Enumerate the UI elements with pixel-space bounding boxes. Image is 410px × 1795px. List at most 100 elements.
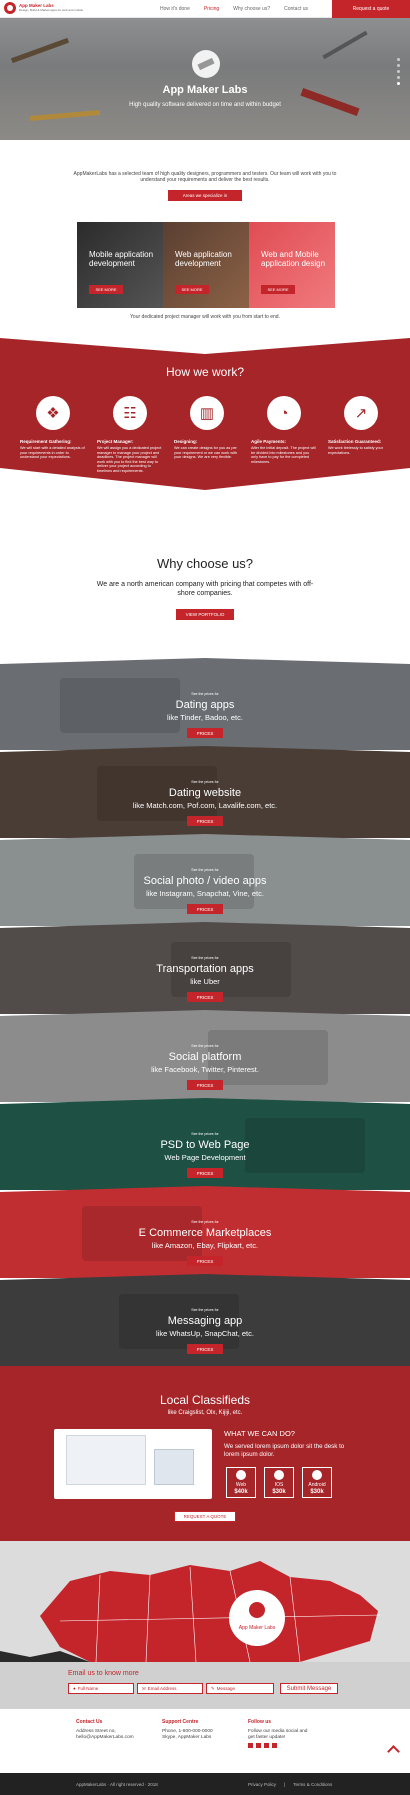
mail-icon: ✉ xyxy=(142,1685,146,1691)
slider-dot-active[interactable] xyxy=(397,82,400,85)
slider-dots xyxy=(397,58,400,85)
canada-map xyxy=(0,1561,381,1662)
app-category-band: See the prices for PSD to Web Page Web Pag… xyxy=(0,1098,410,1190)
brand-tagline: Design, Build & Market apps for web and … xyxy=(19,8,84,12)
google-plus-icon[interactable] xyxy=(256,1743,261,1748)
app-category-band: See the prices for Social platform like Fa… xyxy=(0,1010,410,1102)
app-category-band: See the prices for E Commerce Marketplace… xyxy=(0,1186,410,1278)
band-subtitle: Web Page Development xyxy=(164,1153,246,1162)
how-step-title: Agile Payments: xyxy=(251,439,287,444)
app-category-band: See the prices for Messaging app like What… xyxy=(0,1274,410,1366)
prices-button[interactable]: PRICES xyxy=(187,1344,223,1354)
band-title: E Commerce Marketplaces xyxy=(138,1227,272,1239)
how-step-text: We work tirelessly to satisfy your expec… xyxy=(328,446,383,455)
band-pretitle: See the prices for xyxy=(191,1132,219,1136)
logo-icon xyxy=(4,2,16,14)
price-web: Web $40k xyxy=(226,1467,256,1498)
service-card-mobile[interactable]: Mobile application development SEE MORE xyxy=(77,222,163,308)
scroll-top-icon[interactable] xyxy=(386,1743,400,1757)
email-field[interactable]: ✉ Email Address xyxy=(137,1683,203,1694)
areas-button[interactable]: Areas we specialize in xyxy=(168,190,242,201)
privacy-link[interactable]: Privacy Policy xyxy=(248,1782,276,1787)
hero-logo-icon xyxy=(192,50,220,78)
android-icon xyxy=(312,1470,322,1480)
band-subtitle: like Instagram, Snapchat, Vine, etc. xyxy=(146,889,264,898)
team-icon: ❖ xyxy=(36,396,70,430)
prices-button[interactable]: PRICES xyxy=(187,904,223,914)
brand-logo[interactable]: App Maker Labs Design, Build & Market ap… xyxy=(4,2,83,14)
how-step-title: Requirement Gathering: xyxy=(20,439,72,444)
terms-link[interactable]: Terms & Conditions xyxy=(293,1782,332,1787)
hero-decoration xyxy=(29,109,101,122)
view-portfolio-button[interactable]: VIEW PORTFOLIO xyxy=(176,609,234,620)
app-category-band: See the prices for Dating website like Mat… xyxy=(0,746,410,838)
request-quote-button[interactable]: Request a quote xyxy=(332,0,410,18)
how-step: ▥ Designing: We can create designs for y… xyxy=(174,396,240,460)
request-quote-button[interactable]: REQUEST A QUOTE xyxy=(174,1511,236,1522)
nav-link-pricing[interactable]: Pricing xyxy=(204,6,219,12)
facebook-icon[interactable] xyxy=(248,1743,253,1748)
service-card-web[interactable]: Web application development SEE MORE xyxy=(163,222,249,308)
why-subtitle: We are a north american company with pri… xyxy=(96,581,314,597)
why-title: Why choose us? xyxy=(156,556,254,571)
band-title: Messaging app xyxy=(167,1315,243,1327)
hero-decoration xyxy=(322,30,368,60)
prices-button[interactable]: PRICES xyxy=(187,992,223,1002)
band-pretitle: See the prices for xyxy=(191,1308,219,1312)
slider-dot[interactable] xyxy=(397,58,400,61)
map-location-marker[interactable]: App Maker Labs xyxy=(229,1590,285,1646)
footer-contact: Contact Us Address Street no, hello@AppM… xyxy=(76,1719,134,1740)
hero-banner: App Maker Labs High quality software del… xyxy=(0,18,410,140)
how-step-title: Satisfaction Guaranteed: xyxy=(328,439,382,444)
see-more-button[interactable]: SEE MORE xyxy=(261,285,295,294)
how-title: How we work? xyxy=(165,365,245,379)
top-nav: App Maker Labs Design, Build & Market ap… xyxy=(0,0,410,18)
can-do-text: We served lorem ipsum dolor sit the desk… xyxy=(224,1443,345,1458)
slider-dot[interactable] xyxy=(397,70,400,73)
service-title: Web application development xyxy=(175,250,232,268)
how-step-title: Designing: xyxy=(174,439,198,444)
submit-message-button[interactable]: Submit Message xyxy=(280,1683,338,1694)
nav-link-why[interactable]: Why choose us? xyxy=(233,6,270,12)
service-card-design[interactable]: Web and Mobile application design SEE MO… xyxy=(249,222,335,308)
message-field[interactable]: ✎ Message xyxy=(206,1683,274,1694)
twitter-icon[interactable] xyxy=(264,1743,269,1748)
how-step-text: We will assign you a dedicated project m… xyxy=(97,446,162,473)
prices-button[interactable]: PRICES xyxy=(187,1080,223,1090)
copyright-bar: AppMakerLabs · All right reserved · 2018… xyxy=(0,1773,410,1795)
nav-link-contact[interactable]: Contact us xyxy=(284,6,308,12)
band-title: Social photo / video apps xyxy=(143,875,267,887)
hero-decoration xyxy=(10,37,70,64)
band-title: Transportation apps xyxy=(156,963,254,975)
desktop-screen xyxy=(66,1435,146,1485)
full-name-field[interactable]: ● Full Name xyxy=(68,1683,134,1694)
intro-text: AppMakerLabs has a selected team of high… xyxy=(73,171,337,183)
tablet-screen xyxy=(154,1449,194,1485)
growth-chart-icon: ↗ xyxy=(344,396,378,430)
band-pretitle: See the prices for xyxy=(191,868,219,872)
nav-link-how[interactable]: How it's done xyxy=(160,6,190,12)
linkedin-icon[interactable] xyxy=(272,1743,277,1748)
band-title: Dating website xyxy=(168,787,242,799)
prices-button[interactable]: PRICES xyxy=(187,728,223,738)
see-more-button[interactable]: SEE MORE xyxy=(175,285,209,294)
manager-icon: ☷ xyxy=(113,396,147,430)
prices-button[interactable]: PRICES xyxy=(187,1168,223,1178)
local-subtitle: like Craigslist, Olx, Kijiji, etc. xyxy=(167,1410,243,1416)
copyright-text: AppMakerLabs · All right reserved · 2018 xyxy=(76,1782,158,1787)
price-ios: IOS $30k xyxy=(264,1467,294,1498)
how-step-text: We will start with a detailed analysis o… xyxy=(20,446,85,460)
band-subtitle: like Amazon, Ebay, Flipkart, etc. xyxy=(151,1241,259,1250)
message-icon: ✎ xyxy=(211,1685,215,1691)
band-pretitle: See the prices for xyxy=(191,1220,219,1224)
slider-dot[interactable] xyxy=(397,76,400,79)
footer: Contact Us Address Street no, hello@AppM… xyxy=(0,1709,410,1773)
prices-button[interactable]: PRICES xyxy=(187,1256,223,1266)
band-pretitle: See the prices for xyxy=(191,692,219,696)
slider-dot[interactable] xyxy=(397,64,400,67)
hero-subtitle: High quality software delivered on time … xyxy=(129,102,281,108)
prices-button[interactable]: PRICES xyxy=(187,816,223,826)
email-section xyxy=(0,1662,410,1709)
band-title: Dating apps xyxy=(175,699,235,711)
see-more-button[interactable]: SEE MORE xyxy=(89,285,123,294)
